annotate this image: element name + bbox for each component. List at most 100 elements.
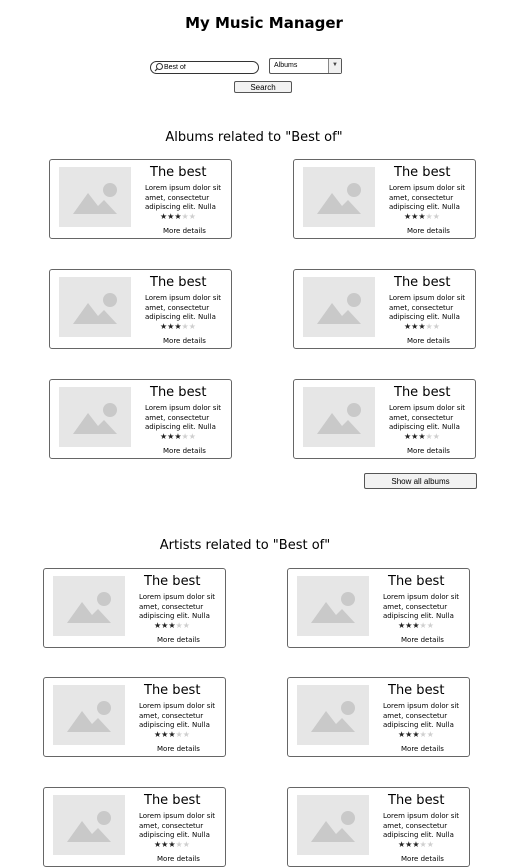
album-card[interactable]: The best Lorem ipsum dolor sit amet, cons… [49,269,232,349]
artist-title: The best [388,683,445,698]
album-title: The best [394,275,451,290]
album-description: Lorem ipsum dolor sit amet, consectetur … [389,404,466,432]
star-icon: ★ [182,621,190,630]
rating-stars: ★★★★★ [404,212,440,222]
image-placeholder-icon [59,387,131,447]
album-card[interactable]: The best Lorem ipsum dolor sit amet, cons… [293,379,476,459]
image-placeholder-icon [297,576,369,636]
artist-description: Lorem ipsum dolor sit amet, consectetur … [383,702,460,730]
more-details-link[interactable]: More details [407,337,450,345]
more-details-link[interactable]: More details [401,745,444,753]
chevron-down-icon: ▼ [332,62,338,68]
rating-stars: ★★★★★ [160,432,196,442]
artist-title: The best [388,574,445,589]
star-icon: ★ [426,840,434,849]
search-icon [154,63,163,72]
rating-stars: ★★★★★ [154,621,190,631]
more-details-link[interactable]: More details [401,855,444,863]
album-title: The best [394,165,451,180]
more-details-link[interactable]: More details [407,227,450,235]
star-icon: ★ [181,322,189,331]
category-select[interactable]: Albums ▼ [269,58,342,74]
star-icon: ★ [182,730,190,739]
artist-card[interactable]: The best Lorem ipsum dolor sit amet, cons… [287,787,470,867]
artist-card[interactable]: The best Lorem ipsum dolor sit amet, cons… [43,677,226,757]
album-title: The best [150,385,207,400]
artist-description: Lorem ipsum dolor sit amet, consectetur … [139,593,216,621]
star-icon: ★ [174,432,182,441]
artist-card[interactable]: The best Lorem ipsum dolor sit amet, cons… [43,787,226,867]
star-icon: ★ [175,840,183,849]
rating-stars: ★★★★★ [398,730,434,740]
rating-stars: ★★★★★ [160,322,196,332]
show-all-albums-button[interactable]: Show all albums [364,473,477,489]
artist-title: The best [144,683,201,698]
more-details-link[interactable]: More details [163,447,206,455]
album-card[interactable]: The best Lorem ipsum dolor sit amet, cons… [293,269,476,349]
star-icon: ★ [418,322,426,331]
rating-stars: ★★★★★ [154,840,190,850]
star-icon: ★ [188,212,196,221]
star-icon: ★ [419,840,427,849]
artist-card[interactable]: The best Lorem ipsum dolor sit amet, cons… [287,677,470,757]
star-icon: ★ [182,840,190,849]
star-icon: ★ [175,730,183,739]
more-details-link[interactable]: More details [157,636,200,644]
image-placeholder-icon [303,277,375,337]
artists-heading: Artists related to "Best of" [159,538,331,553]
star-icon: ★ [412,730,420,739]
artist-description: Lorem ipsum dolor sit amet, consectetur … [139,812,216,840]
star-icon: ★ [418,432,426,441]
more-details-link[interactable]: More details [407,447,450,455]
artist-description: Lorem ipsum dolor sit amet, consectetur … [139,702,216,730]
albums-heading: Albums related to "Best of" [165,130,343,145]
rating-stars: ★★★★★ [160,212,196,222]
search-input[interactable] [164,62,252,72]
rating-stars: ★★★★★ [404,432,440,442]
category-dropdown-button[interactable]: ▼ [328,59,341,73]
star-icon: ★ [418,212,426,221]
image-placeholder-icon [59,277,131,337]
rating-stars: ★★★★★ [154,730,190,740]
star-icon: ★ [174,212,182,221]
album-title: The best [150,165,207,180]
more-details-link[interactable]: More details [157,745,200,753]
more-details-link[interactable]: More details [163,337,206,345]
album-card[interactable]: The best Lorem ipsum dolor sit amet, cons… [49,159,232,239]
artist-card[interactable]: The best Lorem ipsum dolor sit amet, cons… [43,568,226,648]
search-button[interactable]: Search [234,81,292,93]
more-details-link[interactable]: More details [401,636,444,644]
more-details-link[interactable]: More details [157,855,200,863]
artist-description: Lorem ipsum dolor sit amet, consectetur … [383,812,460,840]
artist-title: The best [144,574,201,589]
rating-stars: ★★★★★ [404,322,440,332]
artist-card[interactable]: The best Lorem ipsum dolor sit amet, cons… [287,568,470,648]
star-icon: ★ [426,730,434,739]
album-description: Lorem ipsum dolor sit amet, consectetur … [389,184,466,212]
star-icon: ★ [432,212,440,221]
artist-title: The best [388,793,445,808]
artist-title: The best [144,793,201,808]
album-description: Lorem ipsum dolor sit amet, consectetur … [145,184,222,212]
image-placeholder-icon [59,167,131,227]
rating-stars: ★★★★★ [398,621,434,631]
star-icon: ★ [181,212,189,221]
image-placeholder-icon [297,685,369,745]
star-icon: ★ [432,432,440,441]
star-icon: ★ [188,432,196,441]
more-details-link[interactable]: More details [163,227,206,235]
star-icon: ★ [419,730,427,739]
image-placeholder-icon [297,795,369,855]
search-field[interactable] [150,61,259,74]
star-icon: ★ [181,432,189,441]
album-card[interactable]: The best Lorem ipsum dolor sit amet, cons… [293,159,476,239]
star-icon: ★ [412,621,420,630]
star-icon: ★ [168,730,176,739]
album-title: The best [150,275,207,290]
album-description: Lorem ipsum dolor sit amet, consectetur … [145,294,222,322]
album-card[interactable]: The best Lorem ipsum dolor sit amet, cons… [49,379,232,459]
artist-description: Lorem ipsum dolor sit amet, consectetur … [383,593,460,621]
star-icon: ★ [188,322,196,331]
star-icon: ★ [419,621,427,630]
star-icon: ★ [168,840,176,849]
